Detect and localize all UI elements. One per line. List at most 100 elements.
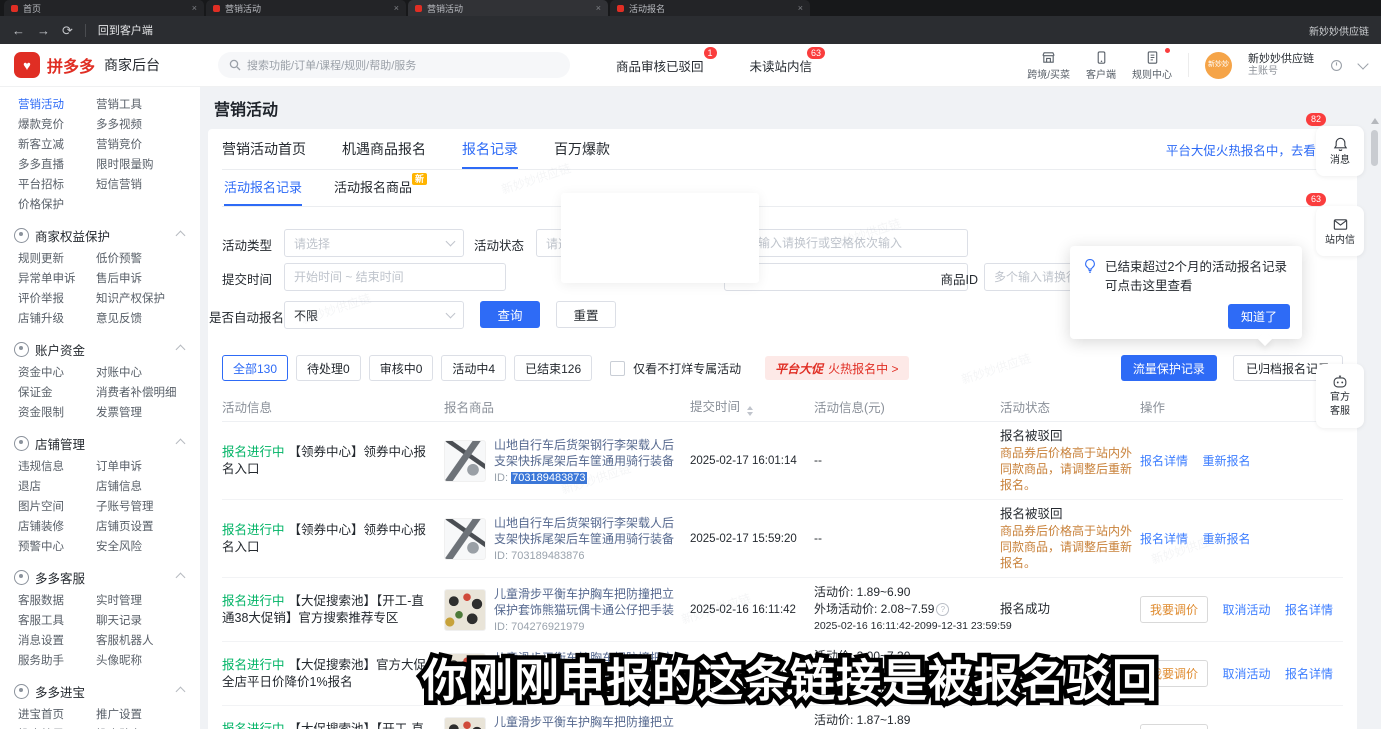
query-button[interactable]: 查询 [480, 301, 540, 328]
crossborder-entry[interactable]: 跨境/买菜 [1027, 50, 1070, 81]
product-thumbnail[interactable] [444, 589, 486, 631]
sidebar-item[interactable]: 资金中心 [18, 363, 96, 383]
sidebar-item[interactable]: 进宝首页 [18, 705, 96, 725]
chevron-up-icon[interactable] [176, 572, 186, 582]
rule-center-entry[interactable]: 规则中心 [1132, 50, 1172, 81]
signup-detail-link[interactable]: 报名详情 [1140, 454, 1188, 468]
tab-marketing-home[interactable]: 营销活动首页 [222, 129, 306, 169]
review-rejected-link[interactable]: 商品审核已驳回 1 [616, 56, 704, 75]
sidebar-item[interactable]: 意见反馈 [96, 309, 200, 329]
product-title[interactable]: 山地自行车后货架钢行李架载人后支架快拆尾架后车筐通用骑行装备 [494, 515, 682, 547]
sidebar-item[interactable]: 推广助力 [96, 725, 200, 729]
product-thumbnail[interactable] [444, 440, 486, 482]
account-info[interactable]: 新妙妙供应链 主账号 [1248, 53, 1314, 78]
sidebar-item[interactable]: 实时管理 [96, 591, 200, 611]
close-tab-icon[interactable]: × [798, 4, 803, 13]
sidebar-item[interactable]: 预警中心 [18, 537, 96, 557]
status-chip[interactable]: 已结束126 [514, 355, 592, 381]
browser-tab-active[interactable]: 营销活动 × [408, 0, 608, 16]
sidebar-item[interactable]: 爆款竞价 [18, 115, 96, 135]
tab-signup-records[interactable]: 报名记录 [462, 129, 518, 169]
sidebar-item[interactable]: 发票管理 [96, 403, 200, 423]
adjust-price-button[interactable]: 我要调价 [1140, 724, 1208, 729]
sidebar-item[interactable]: 违规信息 [18, 457, 96, 477]
reload-icon[interactable]: ⟳ [62, 24, 73, 37]
sidebar-item[interactable]: 价格保护 [18, 195, 96, 215]
subtab-activity-goods[interactable]: 活动报名商品 新 [334, 170, 412, 206]
chevron-up-icon[interactable] [176, 230, 186, 240]
sidebar-item[interactable]: 店铺页设置 [96, 517, 200, 537]
product-thumbnail[interactable] [444, 518, 486, 560]
scrollbar-up-arrow[interactable] [1371, 118, 1379, 124]
sidebar-item[interactable]: 对账中心 [96, 363, 200, 383]
messages-entry[interactable]: 82 消息 [1316, 126, 1364, 176]
sidebar-item[interactable]: 多多直播 [18, 155, 96, 175]
global-search-input[interactable]: 搜索功能/订单/课程/规则/帮助/服务 [218, 52, 570, 78]
sidebar-item[interactable]: 营销活动 [18, 95, 96, 115]
scrollbar-thumb[interactable] [1371, 130, 1378, 166]
help-icon[interactable]: ? [936, 603, 949, 616]
back-to-client-link[interactable]: 回到客户端 [98, 22, 153, 38]
sidebar-section-shop[interactable]: 店铺管理 [14, 433, 200, 453]
chevron-up-icon[interactable] [176, 438, 186, 448]
product-title[interactable]: 山地自行车后货架钢行李架载人后支架快拆尾架后车筐通用骑行装备 [494, 437, 682, 469]
adjust-price-button[interactable]: 我要调价 [1140, 596, 1208, 623]
activity-id-input[interactable] [724, 229, 968, 257]
got-it-button[interactable]: 知道了 [1228, 304, 1290, 329]
forward-icon[interactable]: → [37, 24, 50, 37]
chevron-up-icon[interactable] [176, 344, 186, 354]
unread-mail-link[interactable]: 未读站内信 63 [750, 56, 813, 75]
sidebar-item[interactable]: 推广设置 [96, 705, 200, 725]
re-signup-link[interactable]: 重新报名 [1202, 454, 1250, 468]
sidebar-item[interactable]: 头像昵称 [96, 651, 200, 671]
close-tab-icon[interactable]: × [192, 4, 197, 13]
sort-icon[interactable] [747, 406, 753, 416]
product-title[interactable]: 儿童滑步平衡车护胸车把防撞把立保护套饰熊猫玩偶卡通公仔把手装 [494, 586, 682, 618]
sidebar-item[interactable]: 营销工具 [96, 95, 200, 115]
sidebar-item[interactable]: 店铺信息 [96, 477, 200, 497]
sidebar-section-rights[interactable]: 商家权益保护 [14, 225, 200, 245]
close-tab-icon[interactable]: × [596, 4, 601, 13]
pinduoduo-logo-icon[interactable]: ♥ [14, 52, 40, 78]
sidebar-item[interactable]: 客服数据 [18, 591, 96, 611]
sidebar-item[interactable]: 安全风险 [96, 537, 200, 557]
logout-icon[interactable] [1330, 59, 1343, 72]
sidebar-item[interactable]: 异常单申诉 [18, 269, 96, 289]
sidebar-item[interactable]: 消费者补偿明细 [96, 383, 200, 403]
activity-type-select[interactable]: 请选择 [284, 229, 464, 257]
sidebar-item[interactable]: 客服机器人 [96, 631, 200, 651]
col-submit-time[interactable]: 提交时间 [690, 396, 806, 416]
sidebar-item[interactable]: 店铺升级 [18, 309, 96, 329]
reset-button[interactable]: 重置 [556, 301, 616, 328]
account-avatar[interactable]: 新妙妙 [1205, 52, 1232, 79]
product-thumbnail[interactable] [444, 717, 486, 729]
sidebar-item[interactable]: 规则更新 [18, 249, 96, 269]
sidebar-item[interactable]: 保证金 [18, 383, 96, 403]
signup-detail-link[interactable]: 报名详情 [1285, 667, 1333, 681]
sidebar-item[interactable]: 限时限量购 [96, 155, 200, 175]
inbox-entry[interactable]: 63 站内信 [1316, 206, 1364, 256]
sidebar-item[interactable]: 消息设置 [18, 631, 96, 651]
client-app-entry[interactable]: 客户端 [1086, 50, 1116, 81]
sidebar-item[interactable]: 图片空间 [18, 497, 96, 517]
chevron-up-icon[interactable] [176, 686, 186, 696]
chevron-down-icon[interactable] [1357, 58, 1368, 69]
status-chip[interactable]: 待处理0 [296, 355, 361, 381]
status-chip[interactable]: 活动中4 [441, 355, 506, 381]
re-signup-link[interactable]: 重新报名 [1202, 532, 1250, 546]
sidebar-item[interactable]: 多多视频 [96, 115, 200, 135]
auto-signup-select[interactable]: 不限 [284, 301, 464, 329]
browser-tab[interactable]: 活动报名 × [610, 0, 810, 16]
sidebar-item[interactable]: 评价举报 [18, 289, 96, 309]
signup-detail-link[interactable]: 报名详情 [1140, 532, 1188, 546]
platform-promo-chip[interactable]: 平台大促 火热报名中 > [765, 356, 908, 380]
tab-opportunity-signup[interactable]: 机遇商品报名 [342, 129, 426, 169]
sidebar-item[interactable]: 短信营销 [96, 175, 200, 195]
sidebar-section-funds[interactable]: 账户资金 [14, 339, 200, 359]
sidebar-item[interactable]: 平台招标 [18, 175, 96, 195]
exclusive-activity-checkbox[interactable] [610, 361, 625, 376]
submit-time-range-input[interactable] [284, 263, 506, 291]
status-chip[interactable]: 审核中0 [369, 355, 434, 381]
sidebar-item[interactable]: 知识产权保护 [96, 289, 200, 309]
browser-tab[interactable]: 营销活动 × [206, 0, 406, 16]
